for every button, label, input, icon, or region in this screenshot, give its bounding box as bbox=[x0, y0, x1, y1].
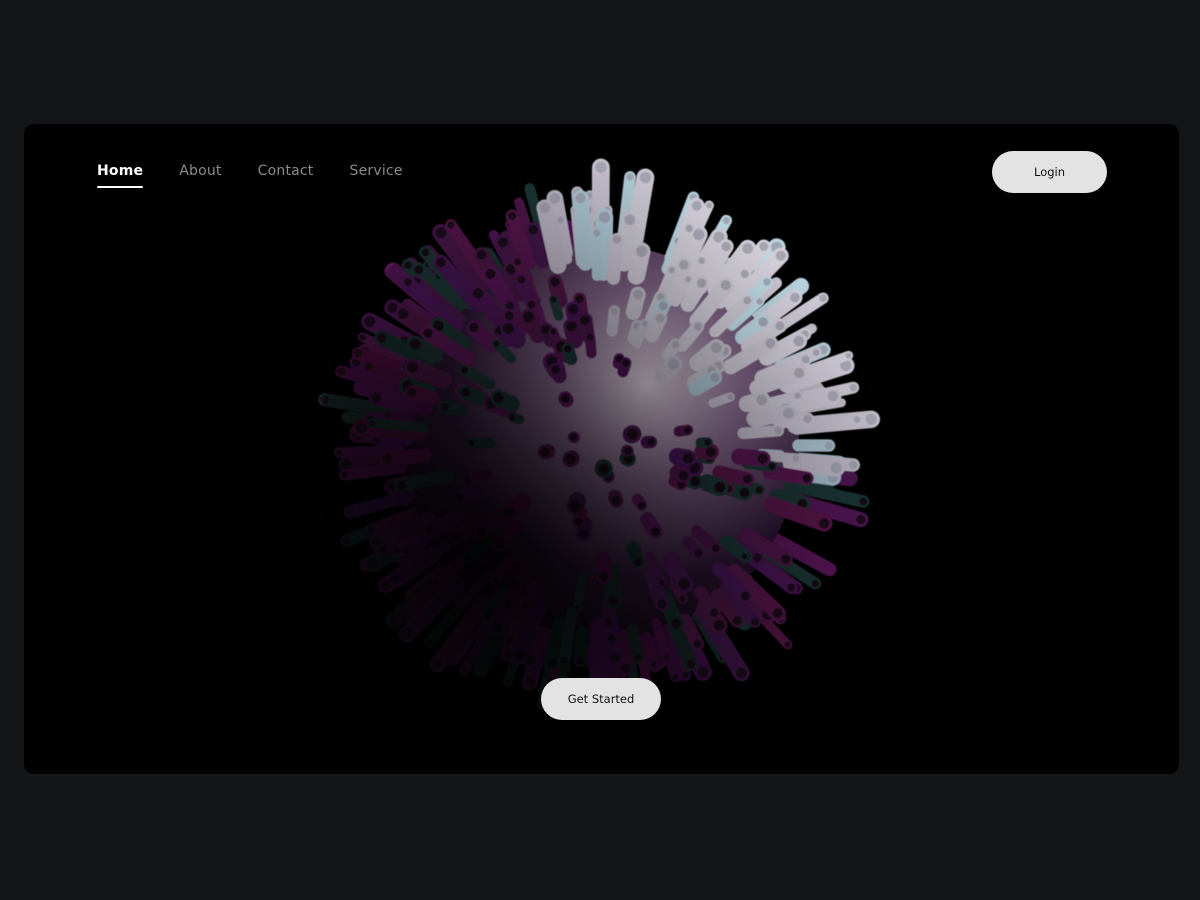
nav-item-about[interactable]: About bbox=[179, 162, 221, 184]
hero-sphere-illustration bbox=[318, 158, 881, 734]
nav-item-contact[interactable]: Contact bbox=[258, 162, 314, 184]
landing-page-frame: Home About Contact Service Login Get Sta… bbox=[24, 124, 1179, 774]
nav-item-service[interactable]: Service bbox=[350, 162, 403, 184]
login-button[interactable]: Login bbox=[992, 151, 1107, 193]
get-started-button[interactable]: Get Started bbox=[541, 678, 661, 720]
main-nav: Home About Contact Service bbox=[97, 162, 403, 188]
nav-item-home[interactable]: Home bbox=[97, 162, 144, 188]
